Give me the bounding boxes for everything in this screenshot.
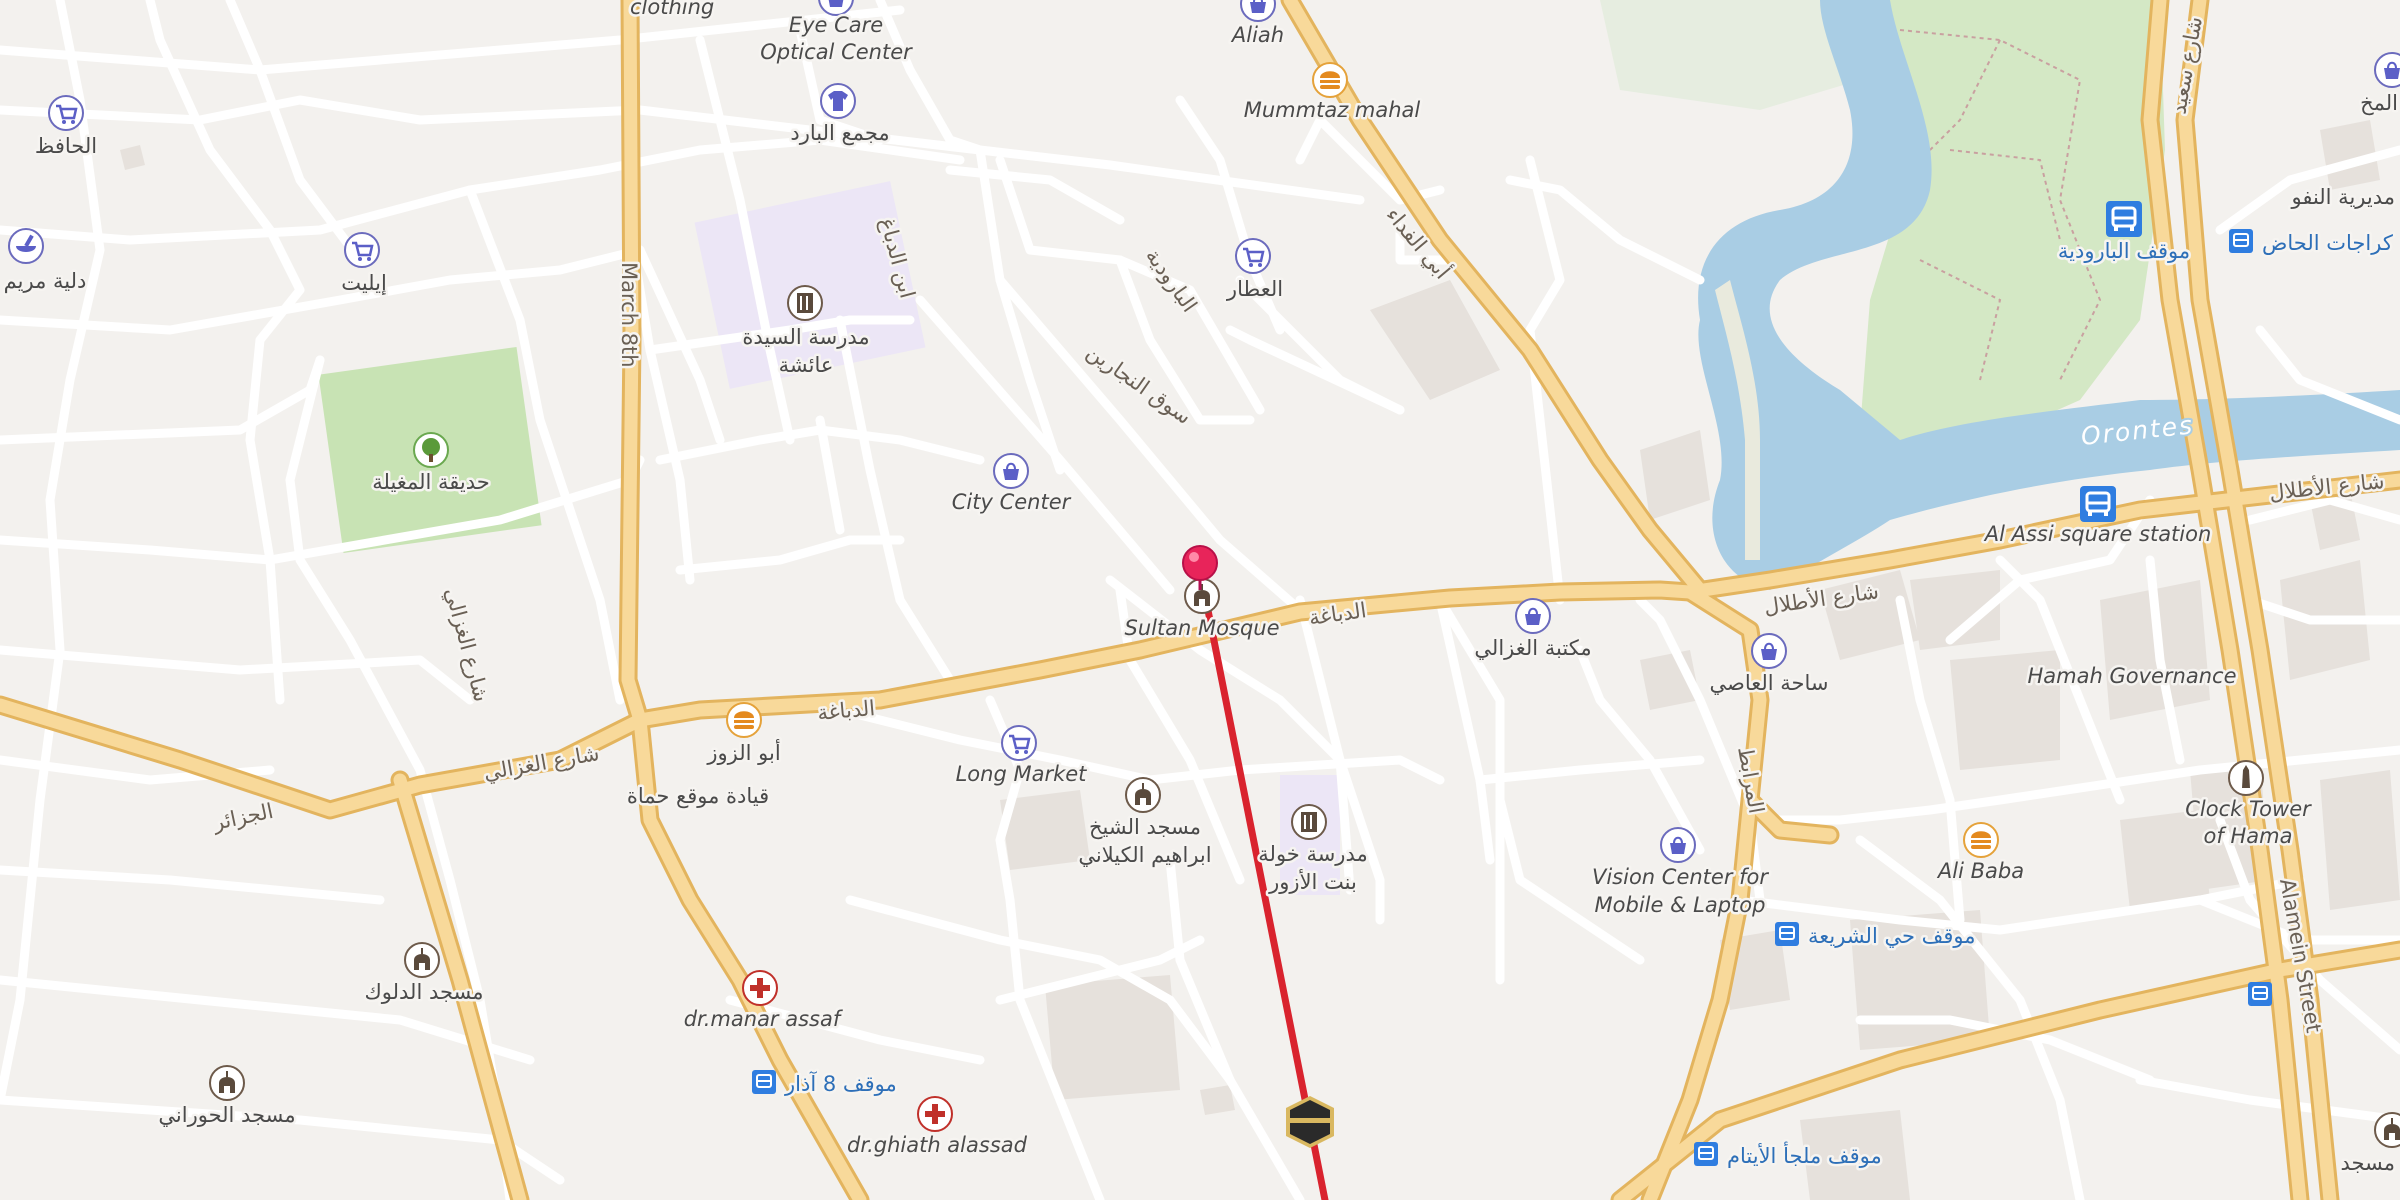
poi-label: ساحة العاصي — [1709, 671, 1828, 695]
poi-label: مسجد الحوراني — [158, 1103, 295, 1127]
poi-label: Hamah Governance — [2027, 664, 2236, 688]
bus-stop-icon — [2078, 484, 2118, 524]
poi-label-line2: ابراهيم الكيلاني — [1078, 843, 1211, 868]
poi-label: قيادة موقع حماة — [627, 784, 769, 808]
burger-icon — [1963, 822, 1999, 858]
school-icon — [1291, 804, 1327, 840]
stop-label: موقف 8 آذار — [784, 1071, 897, 1096]
poi-label: Aliah — [1230, 23, 1284, 47]
school-icon — [787, 285, 823, 321]
poi-label-line2: of Hama — [2204, 824, 2293, 848]
poi-clothing[interactable]: clothing — [628, 0, 717, 22]
shopping-cart-icon — [47, 94, 85, 132]
poi-label: City Center — [952, 490, 1072, 514]
shopping-bag-icon — [1660, 827, 1696, 863]
shopping-cart-icon — [1000, 724, 1038, 762]
poi-label: أبو الزوز — [706, 739, 780, 765]
mosque-icon — [209, 1065, 245, 1101]
stop-label: Al Assi square station — [1983, 522, 2212, 546]
poi-label: Ali Baba — [1936, 859, 2024, 883]
shopping-bag-icon — [993, 453, 1029, 489]
bus-stop-icon — [2247, 981, 2273, 1007]
poi-label: Long Market — [956, 762, 1088, 786]
poi-label: إيليت — [341, 271, 387, 296]
stop-label: موقف حي الشريعة — [1808, 924, 1976, 948]
stop-label: موقف البارودية — [2058, 239, 2190, 263]
poi-label: مسجد — [2340, 1151, 2395, 1175]
poi-label-line2: Mobile & Laptop — [1595, 893, 1766, 917]
poi-label-line2: عائشة — [779, 353, 834, 377]
monument-icon — [2228, 760, 2264, 796]
shopping-bag-icon — [1515, 598, 1551, 634]
poi-label: حديقة المغيلة — [372, 470, 489, 494]
map-canvas[interactable]: March 8th Alamein Street الدباغة الدباغة… — [0, 0, 2400, 1200]
poi-label: الحافظ — [35, 134, 97, 158]
poi-label-line1: Clock Tower — [2185, 797, 2312, 821]
poi-label-line1: Eye Care — [789, 13, 883, 37]
poi-label-line2: بنت الأزور — [1268, 869, 1357, 894]
poi-label: مجمع البارد — [790, 121, 889, 145]
burger-icon — [1312, 62, 1348, 98]
bus-stop-icon — [1774, 921, 1800, 947]
burger-icon — [726, 702, 762, 738]
poi-hama-command[interactable]: قيادة موقع حماة — [624, 782, 771, 811]
bus-stop-icon — [751, 1069, 777, 1095]
mosque-icon — [1125, 777, 1161, 813]
poi-label-line2: Optical Center — [760, 40, 913, 64]
poi-label: Mummtaz mahal — [1244, 98, 1421, 122]
poi-directorate[interactable]: مديرية النفو — [2288, 183, 2398, 212]
street-label-march-8th: March 8th — [617, 262, 641, 368]
street-label-dabbagha-2: الدباغة — [816, 696, 876, 725]
shirt-icon — [820, 83, 856, 119]
poi-label: المخ — [2360, 91, 2398, 115]
poi-label: dr.ghiath alassad — [847, 1133, 1028, 1157]
mosque-icon — [2374, 1112, 2400, 1148]
poi-label: Eye Care — [789, 13, 883, 37]
poi-label: مديرية النفو — [2290, 185, 2395, 209]
poi-label-line1: مسجد الشيخ — [1089, 815, 1201, 839]
stop-8-adhar[interactable]: موقف 8 آذار — [751, 1069, 899, 1099]
poi-label: مسجد الدلوك — [364, 980, 483, 1004]
poi-label: dr.manar assaf — [684, 1007, 844, 1031]
shopping-cart-icon — [343, 231, 381, 269]
poi-hamah-governance[interactable]: Hamah Governance — [2025, 662, 2239, 691]
stop-label: كراجات الحاض — [2262, 231, 2393, 255]
mosque-icon — [1184, 578, 1220, 614]
poi-label-line1: Vision Center for — [1592, 865, 1769, 889]
poi-label-line1: مدرسة السيدة — [742, 325, 869, 349]
mosque-icon — [404, 942, 440, 978]
shopping-bag-icon — [2374, 52, 2400, 88]
medical-cross-icon — [917, 1096, 953, 1132]
shopping-cart-icon — [1234, 237, 1272, 275]
poi-label: العطار — [1226, 277, 1283, 301]
bus-stop-icon — [1693, 1141, 1719, 1167]
medical-cross-icon — [742, 970, 778, 1006]
stop-label: موقف ملجأ الأيتام — [1727, 1141, 1882, 1168]
poi-label: Sultan Mosque — [1124, 616, 1279, 640]
shopping-bag-icon — [1751, 633, 1787, 669]
bus-stop-icon — [2104, 199, 2144, 239]
poi-label-line1: مدرسة خولة — [1258, 842, 1367, 866]
poi-label: مكتبة الغزالي — [1474, 636, 1591, 660]
bus-stop-icon — [2228, 228, 2254, 254]
poi-label: دلية مريم — [4, 269, 87, 294]
stop-unnamed[interactable] — [2247, 981, 2273, 1007]
tree-icon — [413, 432, 449, 468]
mortar-pestle-icon — [8, 228, 44, 264]
poi-label: clothing — [630, 0, 714, 19]
